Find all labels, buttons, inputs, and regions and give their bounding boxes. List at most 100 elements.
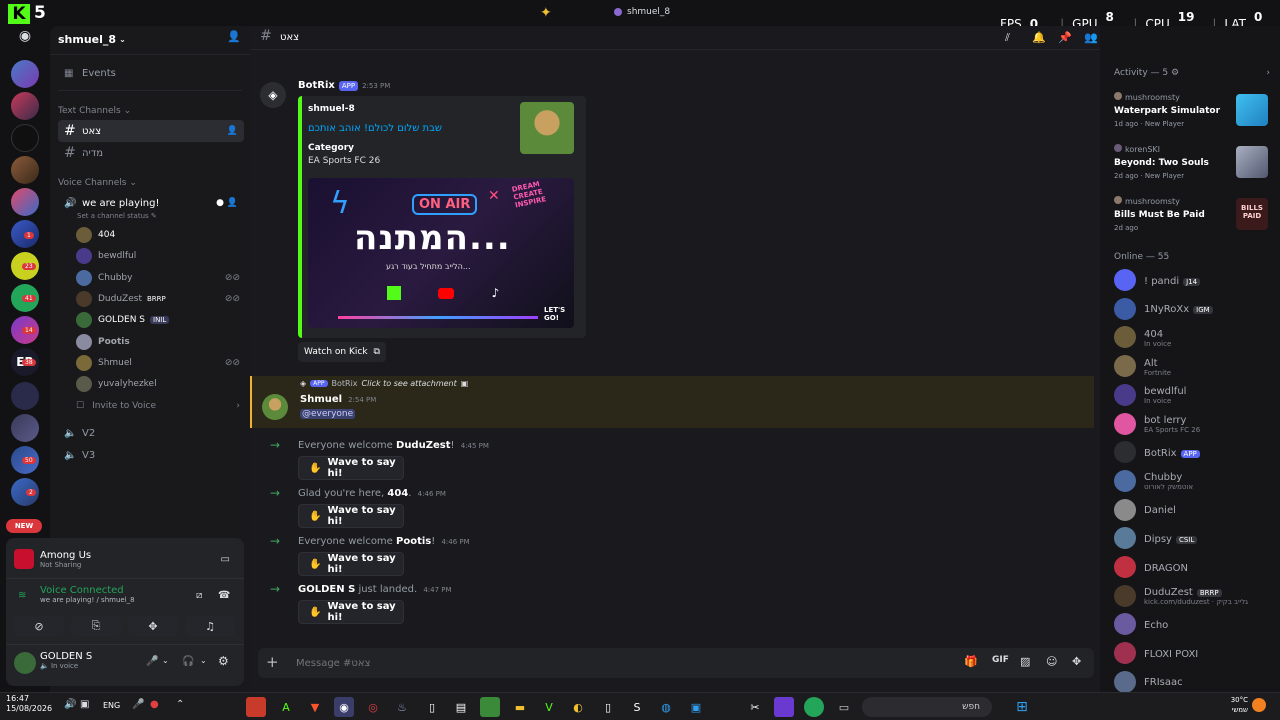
app-icon[interactable]: V	[539, 697, 559, 717]
avatar[interactable]	[1114, 613, 1136, 636]
member-row[interactable]: DRAGON	[1114, 555, 1188, 579]
self-avatar[interactable]	[14, 652, 36, 674]
avatar[interactable]	[1114, 441, 1136, 464]
wave-button[interactable]: ✋ Wave to say hi!	[298, 552, 404, 576]
windows-start-icon[interactable]: ⊞	[1012, 697, 1032, 717]
emoji-icon[interactable]: ☺	[1046, 655, 1057, 668]
app-icon[interactable]: ●	[150, 699, 159, 710]
member-row[interactable]: BotRix APP	[1114, 440, 1200, 464]
member-row[interactable]: ! pandi J14	[1114, 268, 1201, 292]
avatar[interactable]	[1114, 498, 1136, 521]
folder-icon[interactable]	[11, 382, 39, 410]
self-user[interactable]: GOLDEN S 🔈 In voice	[40, 651, 92, 670]
embed-banner-image[interactable]: ϟ ON AIR ✕ DREAM CREATE INSPIRE המתנה...…	[308, 178, 574, 328]
avatar[interactable]	[1114, 269, 1136, 291]
wave-button[interactable]: ✋ Wave to say hi!	[298, 504, 404, 528]
noise-suppression-icon[interactable]: ⧄	[196, 590, 202, 601]
member-row[interactable]: Dipsy CSIL	[1114, 526, 1198, 550]
apps-icon[interactable]: ✥	[1072, 655, 1081, 668]
chevron-up-icon[interactable]: ⌃	[176, 699, 184, 710]
add-attachment-icon[interactable]: +	[266, 653, 279, 671]
voice-connected[interactable]: Voice Connected we are playing! / shmuel…	[40, 585, 135, 604]
disconnect-icon[interactable]: ☎	[218, 590, 230, 601]
server-icon[interactable]	[11, 156, 39, 184]
member-row[interactable]: bot lerry EA Sports FC 26	[1114, 412, 1200, 436]
server-icon[interactable]	[11, 60, 39, 88]
activities-button[interactable]: ✥	[128, 616, 178, 636]
avatar[interactable]	[1114, 355, 1136, 378]
server-icon[interactable]	[11, 414, 39, 442]
voice-user[interactable]: bewdlful	[76, 246, 136, 266]
member-row[interactable]: Echo	[1114, 612, 1168, 636]
member-row[interactable]: DuduZest BRRP kick.com/duduzest · גלייב בק…	[1114, 584, 1248, 608]
text-channels-header[interactable]: Text Channels ⌄	[58, 106, 131, 116]
activity-card[interactable]: mushroomsty Waterpark Simulator 1d ago ·…	[1110, 88, 1270, 136]
discord-icon[interactable]: ◉	[334, 697, 354, 717]
add-member-icon[interactable]: 👤	[227, 30, 241, 43]
voice-user[interactable]: 404	[76, 225, 115, 245]
add-member-icon[interactable]: 👤	[227, 126, 238, 136]
app-icon[interactable]: ◎	[363, 697, 383, 717]
chrome-icon[interactable]: ◐	[568, 697, 588, 717]
activity-card[interactable]: mushroomsty Bills Must Be Paid 2d ago BI…	[1110, 192, 1270, 240]
mic-icon[interactable]: 🎤	[132, 699, 144, 710]
language-indicator[interactable]: ENG	[103, 701, 120, 710]
server-icon[interactable]	[11, 188, 39, 216]
voice-channel-active[interactable]: 🔊 we are playing! ● 👤	[58, 192, 244, 214]
member-row[interactable]: 1NyRoXx IGM	[1114, 297, 1213, 321]
file-icon[interactable]: ▯	[422, 697, 442, 717]
avatar[interactable]	[1114, 556, 1136, 578]
avatar[interactable]	[1114, 469, 1136, 492]
wave-button[interactable]: ✋ Wave to say hi!	[298, 600, 404, 624]
member-row[interactable]: FRIsaac	[1114, 670, 1183, 694]
discord-home-icon[interactable]: ◉	[13, 28, 37, 44]
soundboard-button[interactable]: ♫	[185, 616, 235, 636]
member-row[interactable]: Daniel	[1114, 498, 1176, 522]
folder-icon[interactable]: ▬	[510, 697, 530, 717]
avatar[interactable]	[1114, 383, 1136, 406]
bot-avatar[interactable]: ◈	[260, 82, 286, 108]
member-row[interactable]: Alt Fortnite	[1114, 354, 1171, 378]
chevron-down-icon[interactable]: ⌄	[200, 656, 207, 665]
avatar[interactable]	[1114, 670, 1136, 693]
user-avatar[interactable]	[262, 394, 288, 420]
gift-icon[interactable]: 🎁	[964, 655, 978, 668]
screen-share-button[interactable]: ⎘	[71, 616, 121, 636]
gear-icon[interactable]: ⚙	[218, 654, 229, 668]
threads-icon[interactable]: ⫽	[1005, 31, 1010, 45]
app-icon[interactable]	[774, 697, 794, 717]
whatsapp-icon[interactable]	[804, 697, 824, 717]
mic-icon[interactable]: 🎤	[146, 656, 158, 667]
capcut-icon[interactable]: ✂	[745, 697, 765, 717]
edge-icon[interactable]: ◍	[656, 697, 676, 717]
member-row[interactable]: bewdlful In voice	[1114, 383, 1186, 407]
server-header[interactable]: shmuel_8 ⌄	[58, 30, 242, 48]
add-member-icon[interactable]: 👤	[227, 198, 238, 208]
task-view-icon[interactable]: ▭	[834, 697, 854, 717]
weather-widget[interactable]: 30°C שמשי	[1222, 695, 1248, 715]
minecraft-icon[interactable]	[480, 697, 500, 717]
server-icon[interactable]	[11, 92, 39, 120]
members-icon[interactable]: 👥	[1084, 31, 1098, 44]
gif-icon[interactable]: GIF	[992, 655, 1009, 665]
embed-author[interactable]: shmuel-8	[308, 104, 355, 114]
avatar[interactable]	[1114, 527, 1136, 550]
avatar[interactable]	[1114, 326, 1136, 349]
voice-user[interactable]: Pootis	[76, 332, 130, 352]
clock-date[interactable]: 15/08/2026	[6, 704, 52, 714]
brave-icon[interactable]: ▼	[305, 697, 325, 717]
channel-media[interactable]: # מדיה	[58, 142, 244, 164]
activity-card[interactable]: korenSKI Beyond: Two Souls 2d ago · New …	[1110, 140, 1270, 188]
invite-to-voice[interactable]: ☐ Invite to Voice ›	[76, 396, 240, 416]
member-row[interactable]: 404 In voice	[1114, 325, 1171, 349]
clock-time[interactable]: 16:47	[6, 694, 52, 704]
server-icon[interactable]	[11, 124, 39, 152]
bell-icon[interactable]: 🔔	[1032, 31, 1046, 44]
steam-icon[interactable]: ♨	[392, 697, 412, 717]
app-icon[interactable]	[246, 697, 266, 717]
voice-channels-header[interactable]: Voice Channels ⌄	[58, 178, 137, 188]
app-icon[interactable]: A	[276, 697, 296, 717]
everyone-mention[interactable]: @everyone	[300, 409, 356, 419]
message-author[interactable]: Shmuel	[300, 394, 342, 405]
wave-button[interactable]: ✋ Wave to say hi!	[298, 456, 404, 480]
